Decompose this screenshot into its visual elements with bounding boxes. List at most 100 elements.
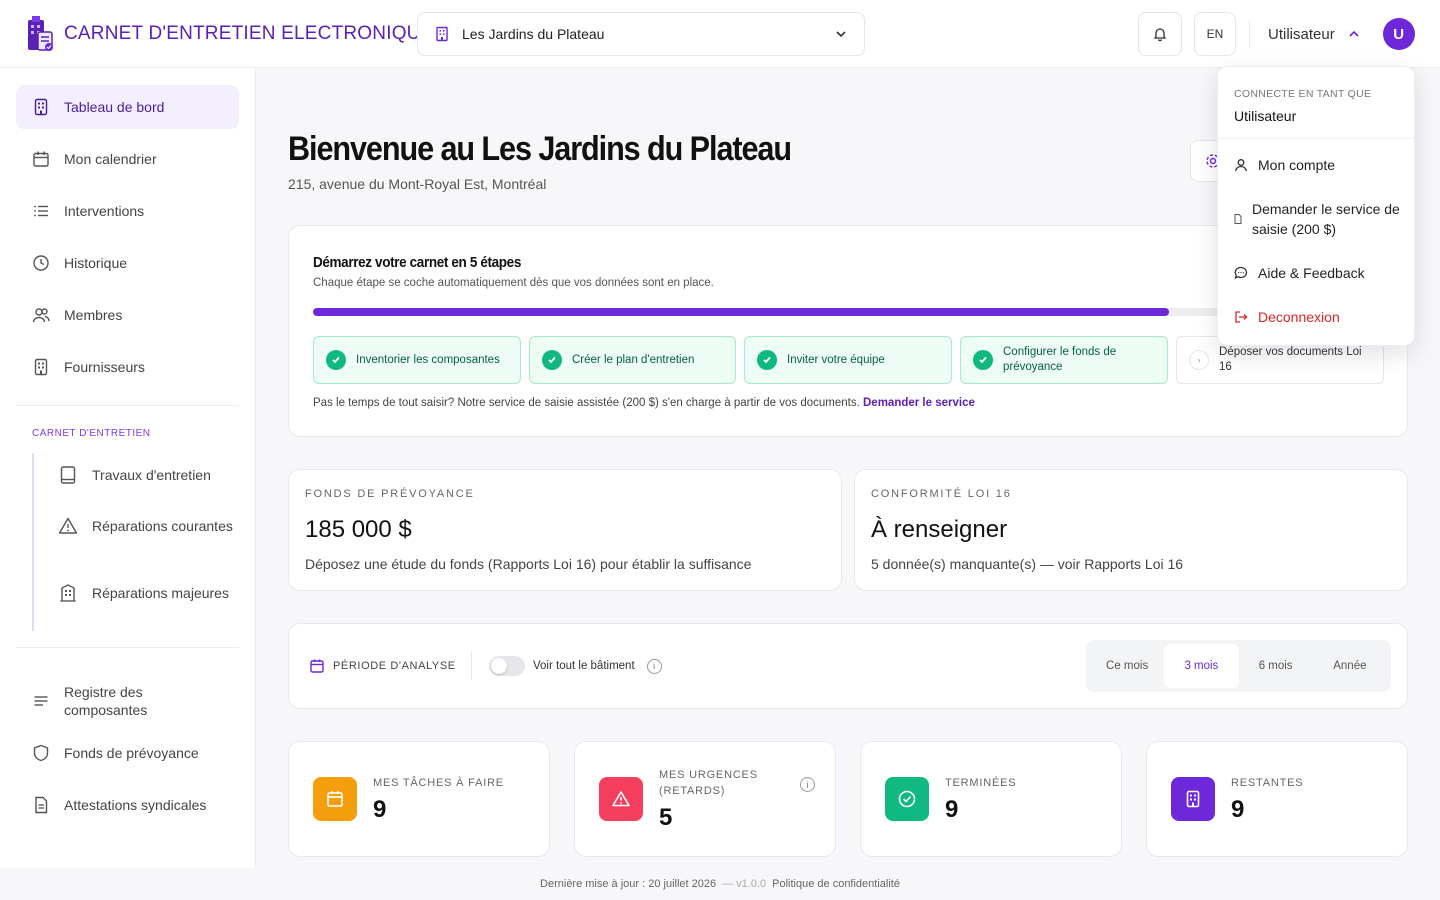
sidebar-item-current-repairs[interactable]: Réparations courantes [58, 516, 238, 536]
step-label: Créer le plan d'entretien [572, 353, 695, 366]
onboarding-step[interactable]: Inviter votre équipe [744, 336, 952, 384]
period-option-3-months[interactable]: 3 mois [1164, 644, 1239, 688]
sidebar-item-history[interactable]: Historique [16, 241, 239, 285]
kpi-card-my-tasks[interactable]: MES TÂCHES À FAIRE 9 [288, 741, 550, 857]
language-label: EN [1206, 27, 1224, 41]
onboarding-step[interactable]: Configurer le fonds de prévoyance [960, 336, 1168, 384]
menu-item-my-account[interactable]: Mon compte [1234, 155, 1404, 175]
sidebar-item-reserve-fund[interactable]: Fonds de prévoyance [16, 731, 239, 775]
menu-item-help-feedback[interactable]: Aide & Feedback [1234, 263, 1404, 283]
step-label: Déposer vos documents Loi 16 [1219, 346, 1362, 373]
onboarding-title: Démarrez votre carnet en 5 étapes [313, 254, 521, 271]
toggle-label: Voir tout le bâtiment [533, 660, 635, 672]
page-title: Bienvenue au Les Jardins du Plateau [288, 130, 792, 168]
building-address: 215, avenue du Mont-Royal Est, Montréal [288, 176, 547, 192]
chat-icon [1234, 266, 1248, 280]
user-menu-trigger[interactable]: Utilisateur U [1268, 12, 1415, 56]
kpi-value: 5 [659, 804, 673, 831]
period-segmented-control: Ce mois 3 mois 6 mois Année [1086, 640, 1391, 692]
notifications-button[interactable] [1138, 12, 1182, 56]
kpi-card-my-urgencies[interactable]: MES URGENCES (RETARDS) i 5 [574, 741, 836, 857]
sidebar-item-label: Réparations majeures [92, 585, 229, 601]
kpi-value: 9 [945, 796, 959, 823]
dropdown-header-user: Utilisateur [1234, 108, 1297, 124]
users-icon [32, 308, 50, 323]
sidebar-divider [16, 405, 239, 406]
sidebar-item-interventions[interactable]: Interventions [16, 189, 239, 233]
sidebar-divider [16, 647, 239, 648]
onboarding-step[interactable]: Créer le plan d'entretien [529, 336, 736, 384]
info-icon[interactable]: i [800, 777, 815, 792]
building-icon [60, 584, 76, 602]
period-option-year[interactable]: Année [1313, 644, 1387, 688]
check-icon [542, 350, 562, 370]
period-option-this-month[interactable]: Ce mois [1090, 644, 1164, 688]
kpi-value: 9 [373, 796, 387, 823]
compliance-card[interactable]: CONFORMITÉ LOI 16 À renseigner 5 donnée(… [854, 469, 1408, 591]
onboarding-progress-fill [313, 308, 1169, 316]
footer: Dernière mise à jour : 20 juillet 2026 —… [256, 868, 1184, 900]
top-header: CARNET D'ENTRETIEN ELECTRONIQUE Les Jard… [0, 0, 1440, 68]
lines-icon [34, 696, 48, 706]
avatar-initial: U [1393, 25, 1405, 43]
building-selector[interactable]: Les Jardins du Plateau [417, 12, 865, 56]
period-option-6-months[interactable]: 6 mois [1239, 644, 1313, 688]
sidebar-item-label: Tableau de bord [64, 99, 165, 115]
sidebar-item-component-registry[interactable]: Registre des composantes [16, 675, 239, 727]
sidebar-item-maintenance-work[interactable]: Travaux d'entretien [58, 465, 238, 485]
menu-item-label: Mon compte [1258, 157, 1336, 173]
sidebar-item-label: Interventions [64, 203, 145, 219]
reserve-fund-card[interactable]: FONDS DE PRÉVOYANCE 185 000 $ Déposez un… [288, 469, 842, 591]
sidebar-subnav-line [32, 453, 34, 631]
request-service-link[interactable]: Demander le service [863, 397, 975, 409]
sidebar-item-dashboard[interactable]: Tableau de bord [16, 85, 239, 129]
check-icon [973, 350, 993, 370]
whole-building-toggle[interactable] [489, 656, 525, 676]
privacy-link[interactable]: Politique de confidentialité [772, 878, 900, 890]
avatar[interactable]: U [1382, 18, 1415, 50]
document-icon [35, 796, 48, 814]
check-circle-icon [885, 777, 929, 821]
warning-icon [599, 777, 643, 821]
user-dropdown-menu: CONNECTE EN TANT QUE Utilisateur Mon com… [1217, 66, 1416, 346]
sidebar-item-label: Fonds de prévoyance [64, 745, 199, 761]
app-title: CARNET D'ENTRETIEN ELECTRONIQUE [64, 23, 434, 44]
building-icon [34, 358, 48, 376]
check-icon [757, 350, 777, 370]
book-icon [60, 466, 76, 484]
kpi-card-completed[interactable]: TERMINÉES 9 [860, 741, 1122, 857]
step-label: Inventorier les composantes [356, 353, 500, 366]
building-icon [436, 26, 448, 42]
sidebar-item-label: Travaux d'entretien [92, 467, 211, 483]
onboarding-step[interactable]: Inventorier les composantes [313, 336, 521, 384]
sidebar-item-suppliers[interactable]: Fournisseurs [16, 345, 239, 389]
kpi-label: MES TÂCHES À FAIRE [373, 777, 504, 789]
menu-item-request-service[interactable]: Demander le service de saisie (200 $) [1234, 199, 1404, 239]
sidebar-item-major-repairs[interactable]: Réparations majeures [58, 583, 238, 603]
whole-building-toggle-wrap: Voir tout le bâtiment i [489, 656, 662, 676]
sidebar-item-union-attestations[interactable]: Attestations syndicales [16, 783, 239, 827]
sidebar-item-label: Mon calendrier [64, 151, 157, 167]
kpi-label: TERMINÉES [945, 777, 1017, 789]
sidebar-item-members[interactable]: Membres [16, 293, 239, 337]
document-icon [1234, 214, 1242, 224]
stat-description: Déposez une étude du fonds (Rapports Loi… [305, 556, 752, 572]
menu-item-label: Aide & Feedback [1258, 265, 1365, 281]
onboarding-subtitle: Chaque étape se coche automatiquement dè… [313, 277, 714, 289]
shield-icon [33, 744, 49, 762]
check-icon [326, 350, 346, 370]
calendar-icon [310, 659, 324, 673]
info-icon[interactable]: i [646, 658, 662, 674]
app-logo[interactable]: CARNET D'ENTRETIEN ELECTRONIQUE [24, 14, 433, 54]
kpi-label: RESTANTES [1231, 777, 1304, 789]
user-name: Utilisateur [1268, 25, 1335, 43]
language-button[interactable]: EN [1194, 12, 1236, 56]
stat-label: CONFORMITÉ LOI 16 [871, 488, 1012, 500]
onboarding-note-text: Pas le temps de tout saisir? Notre servi… [313, 397, 860, 409]
bell-icon [1153, 28, 1167, 42]
sidebar-item-calendar[interactable]: Mon calendrier [16, 137, 239, 181]
dropdown-divider [1218, 138, 1416, 139]
menu-item-logout[interactable]: Deconnexion [1234, 307, 1404, 327]
kpi-card-remaining[interactable]: RESTANTES 9 [1146, 741, 1408, 857]
selected-building: Les Jardins du Plateau [462, 26, 605, 42]
